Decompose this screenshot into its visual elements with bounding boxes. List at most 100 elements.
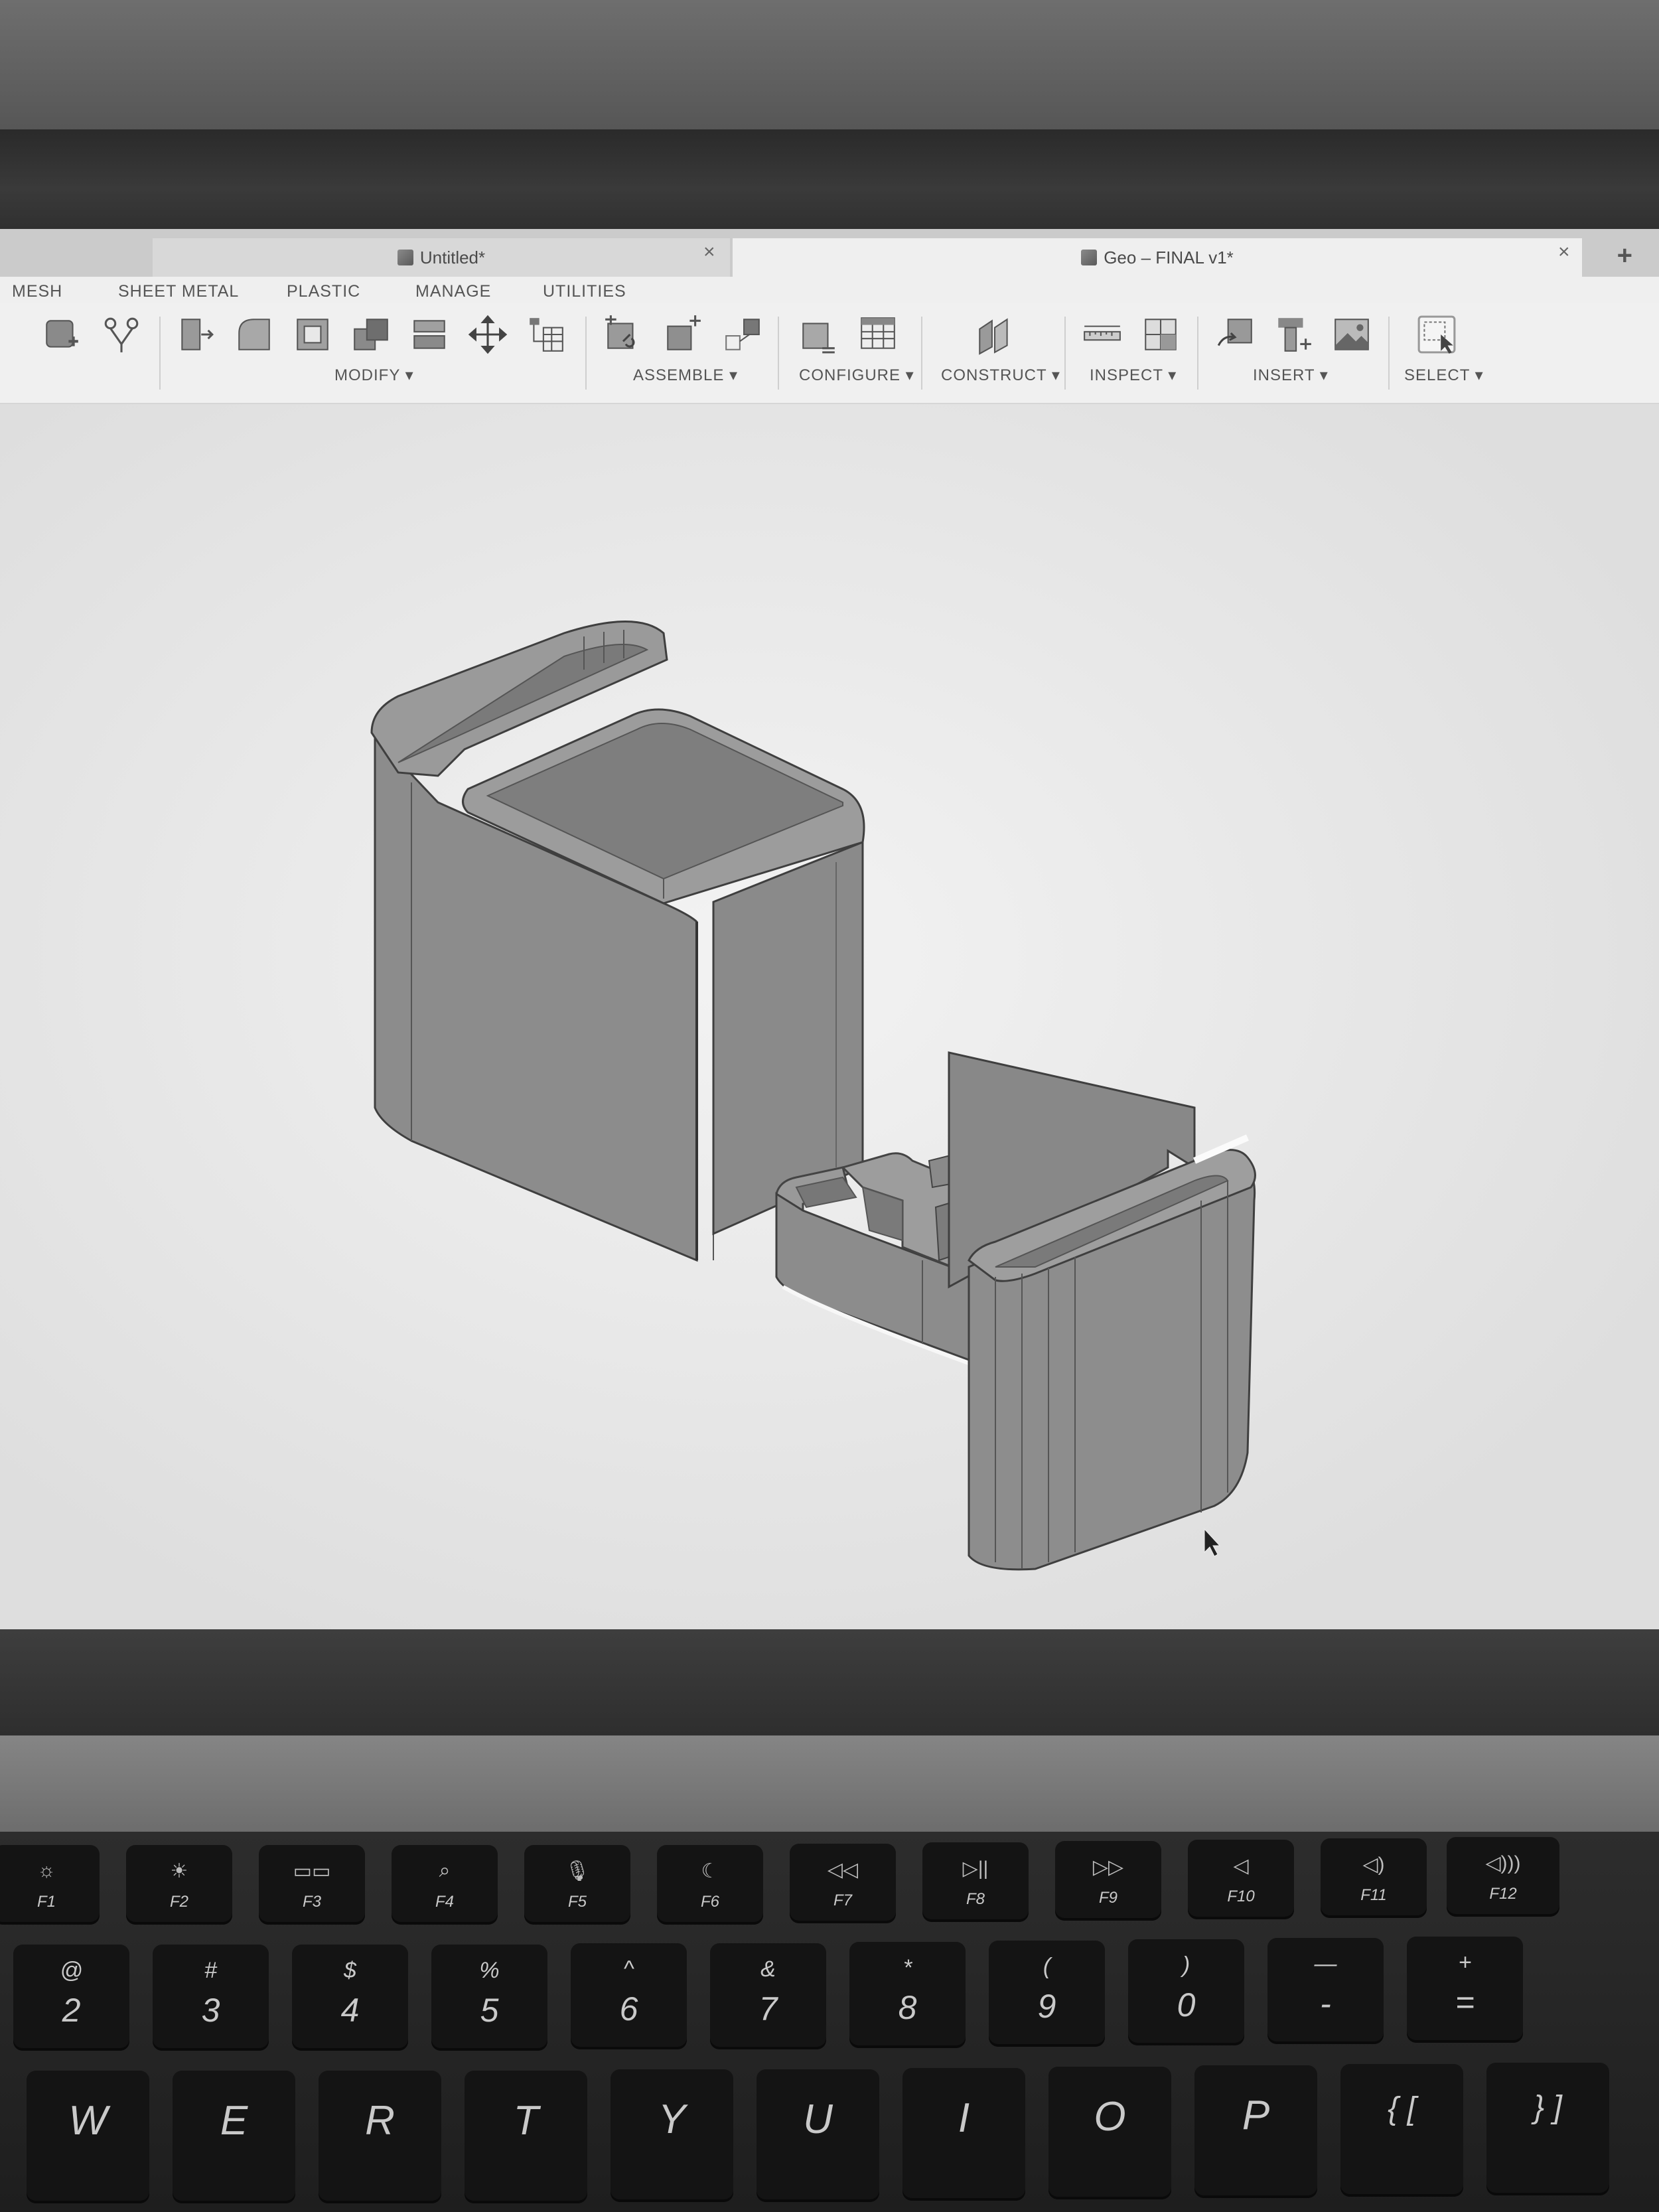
tab-utilities[interactable]: UTILITIES [543, 282, 626, 301]
microphone-icon: 🎙 [564, 1860, 591, 1882]
key-5[interactable]: % 5 [431, 1945, 547, 2051]
insert-mcmaster-icon[interactable] [1271, 313, 1315, 356]
moon-icon: ☾ [701, 1860, 719, 1882]
key-7[interactable]: & 7 [710, 1943, 826, 2049]
configure-model-icon[interactable] [796, 313, 840, 356]
key-t[interactable]: T [465, 2071, 587, 2203]
key-f12[interactable]: ◁))) F12 [1447, 1837, 1559, 1917]
key-f4[interactable]: ⌕ F4 [392, 1845, 498, 1925]
tab-plastic[interactable]: PLASTIC [287, 282, 360, 301]
mute-icon: ◁ [1233, 1855, 1249, 1877]
key-equals[interactable]: + = [1407, 1937, 1523, 2043]
insert-image-icon[interactable] [1330, 313, 1374, 356]
key-r[interactable]: R [319, 2071, 441, 2203]
mesh-tool-icon[interactable] [40, 313, 84, 356]
key-i[interactable]: I [902, 2068, 1025, 2201]
move-icon[interactable] [466, 313, 510, 356]
key-3[interactable]: #3 [153, 1945, 269, 2051]
key-f7[interactable]: ◁◁ F7 [790, 1844, 896, 1923]
document-tab-geo-final[interactable]: Geo – FINAL v1* [733, 238, 1582, 277]
key-right-bracket[interactable]: } ] [1486, 2063, 1609, 2195]
key-f3[interactable]: ▭▭ F3 [259, 1845, 365, 1925]
right-organizer-part [948, 1051, 1256, 1571]
key-f5[interactable]: 🎙 F5 [524, 1845, 630, 1925]
key-f9[interactable]: ▷▷ F9 [1055, 1841, 1161, 1921]
tab-manage[interactable]: MANAGE [415, 282, 491, 301]
document-tab-untitled[interactable]: Untitled* [153, 238, 730, 277]
key-minus[interactable]: — - [1267, 1938, 1384, 2044]
offset-plane-icon[interactable] [973, 313, 1017, 356]
key-f1[interactable]: ☼ F1 [0, 1845, 100, 1925]
toolbar-separator [585, 317, 587, 390]
document-tab-bar: Untitled* × Geo – FINAL v1* × + [0, 229, 1659, 277]
key-f11[interactable]: ◁) F11 [1321, 1838, 1427, 1918]
toolbar-separator [1388, 317, 1390, 390]
key-f8[interactable]: ▷|| F8 [922, 1842, 1029, 1922]
tab-mesh[interactable]: MESH [12, 282, 62, 301]
group-label-construct[interactable]: CONSTRUCT ▾ [941, 366, 1060, 385]
document-tab-title: Untitled* [419, 247, 486, 267]
laptop-hinge [0, 1735, 1659, 1832]
split-body-icon[interactable] [407, 313, 451, 356]
document-cube-icon [1081, 250, 1098, 265]
rewind-icon: ◁◁ [827, 1859, 859, 1881]
close-tab-icon[interactable]: × [703, 241, 715, 263]
toolbar-separator [1064, 317, 1066, 390]
toolbar-separator [921, 317, 922, 390]
brightness-down-icon: ☼ [37, 1860, 56, 1881]
model-render [370, 621, 1256, 1571]
canvas-viewport[interactable]: + ⟲▾ ▣ ✋ ⌕ ⊡▾ ▭▾ ⊞▾ ⊟▾ [0, 404, 1659, 1629]
mouse-cursor-icon [1204, 1528, 1221, 1557]
play-pause-icon: ▷|| [962, 1858, 989, 1880]
insert-derive-icon[interactable] [1213, 313, 1257, 356]
key-u[interactable]: U [757, 2069, 879, 2202]
group-label-assemble[interactable]: ASSEMBLE ▾ [633, 366, 738, 385]
new-tab-button[interactable]: + [1617, 241, 1632, 271]
ribbon-toolbar: MODIFY ▾ ASSEMBLE ▾ CONFIGURE ▾ CONSTRUC… [0, 303, 1659, 404]
key-left-bracket[interactable]: { [ [1340, 2064, 1463, 2197]
new-component-icon[interactable] [601, 313, 645, 356]
key-p[interactable]: P [1194, 2065, 1317, 2198]
key-f6[interactable]: ☾ F6 [657, 1845, 763, 1925]
close-tab-icon[interactable]: × [1558, 241, 1570, 263]
key-e[interactable]: E [173, 2071, 295, 2203]
tool-branch-icon[interactable] [100, 313, 143, 356]
joint-icon[interactable] [661, 313, 705, 356]
press-pull-icon[interactable] [174, 313, 218, 356]
as-built-joint-icon[interactable] [721, 313, 764, 356]
key-0[interactable]: ) 0 [1128, 1939, 1244, 2045]
section-analysis-icon[interactable] [1139, 313, 1183, 356]
fillet-icon[interactable] [232, 313, 276, 356]
select-window-icon[interactable] [1415, 313, 1459, 356]
group-label-modify[interactable]: MODIFY ▾ [334, 366, 414, 385]
key-8[interactable]: * 8 [849, 1942, 966, 2048]
middle-tray-part [775, 1149, 970, 1365]
key-w[interactable]: W [27, 2071, 149, 2203]
measure-icon[interactable] [1080, 313, 1124, 356]
laptop-top-bezel [0, 129, 1659, 326]
key-y[interactable]: Y [611, 2069, 733, 2202]
key-4[interactable]: $4 [292, 1945, 408, 2051]
key-f10[interactable]: ◁ F10 [1188, 1840, 1294, 1919]
spotlight-search-icon: ⌕ [439, 1860, 451, 1881]
change-parameters-icon[interactable] [524, 313, 568, 356]
tab-sheet-metal[interactable]: SHEET METAL [118, 282, 239, 301]
workspace-menu-tabs: MESH SHEET METAL PLASTIC MANAGE UTILITIE… [0, 277, 1659, 303]
key-o[interactable]: O [1048, 2067, 1171, 2199]
group-label-inspect[interactable]: INSPECT ▾ [1090, 366, 1177, 385]
document-cube-icon [397, 250, 413, 265]
group-label-insert[interactable]: INSERT ▾ [1253, 366, 1329, 385]
combine-icon[interactable] [349, 313, 393, 356]
key-f2[interactable]: ☀ F2 [126, 1845, 232, 1925]
key-2[interactable]: @2 [13, 1945, 129, 2051]
group-label-configure[interactable]: CONFIGURE ▾ [799, 366, 914, 385]
brightness-up-icon: ☀ [170, 1860, 188, 1882]
group-label-select[interactable]: SELECT ▾ [1404, 366, 1484, 385]
mission-control-icon: ▭▭ [293, 1860, 331, 1882]
toolbar-separator [1197, 317, 1198, 390]
configuration-table-icon[interactable] [856, 313, 900, 356]
shell-icon[interactable] [291, 313, 334, 356]
key-9[interactable]: (9 [989, 1941, 1105, 2047]
laptop-screen: Untitled* × Geo – FINAL v1* × + MESH SHE… [0, 229, 1659, 1629]
key-6[interactable]: ^ 6 [571, 1943, 687, 2049]
